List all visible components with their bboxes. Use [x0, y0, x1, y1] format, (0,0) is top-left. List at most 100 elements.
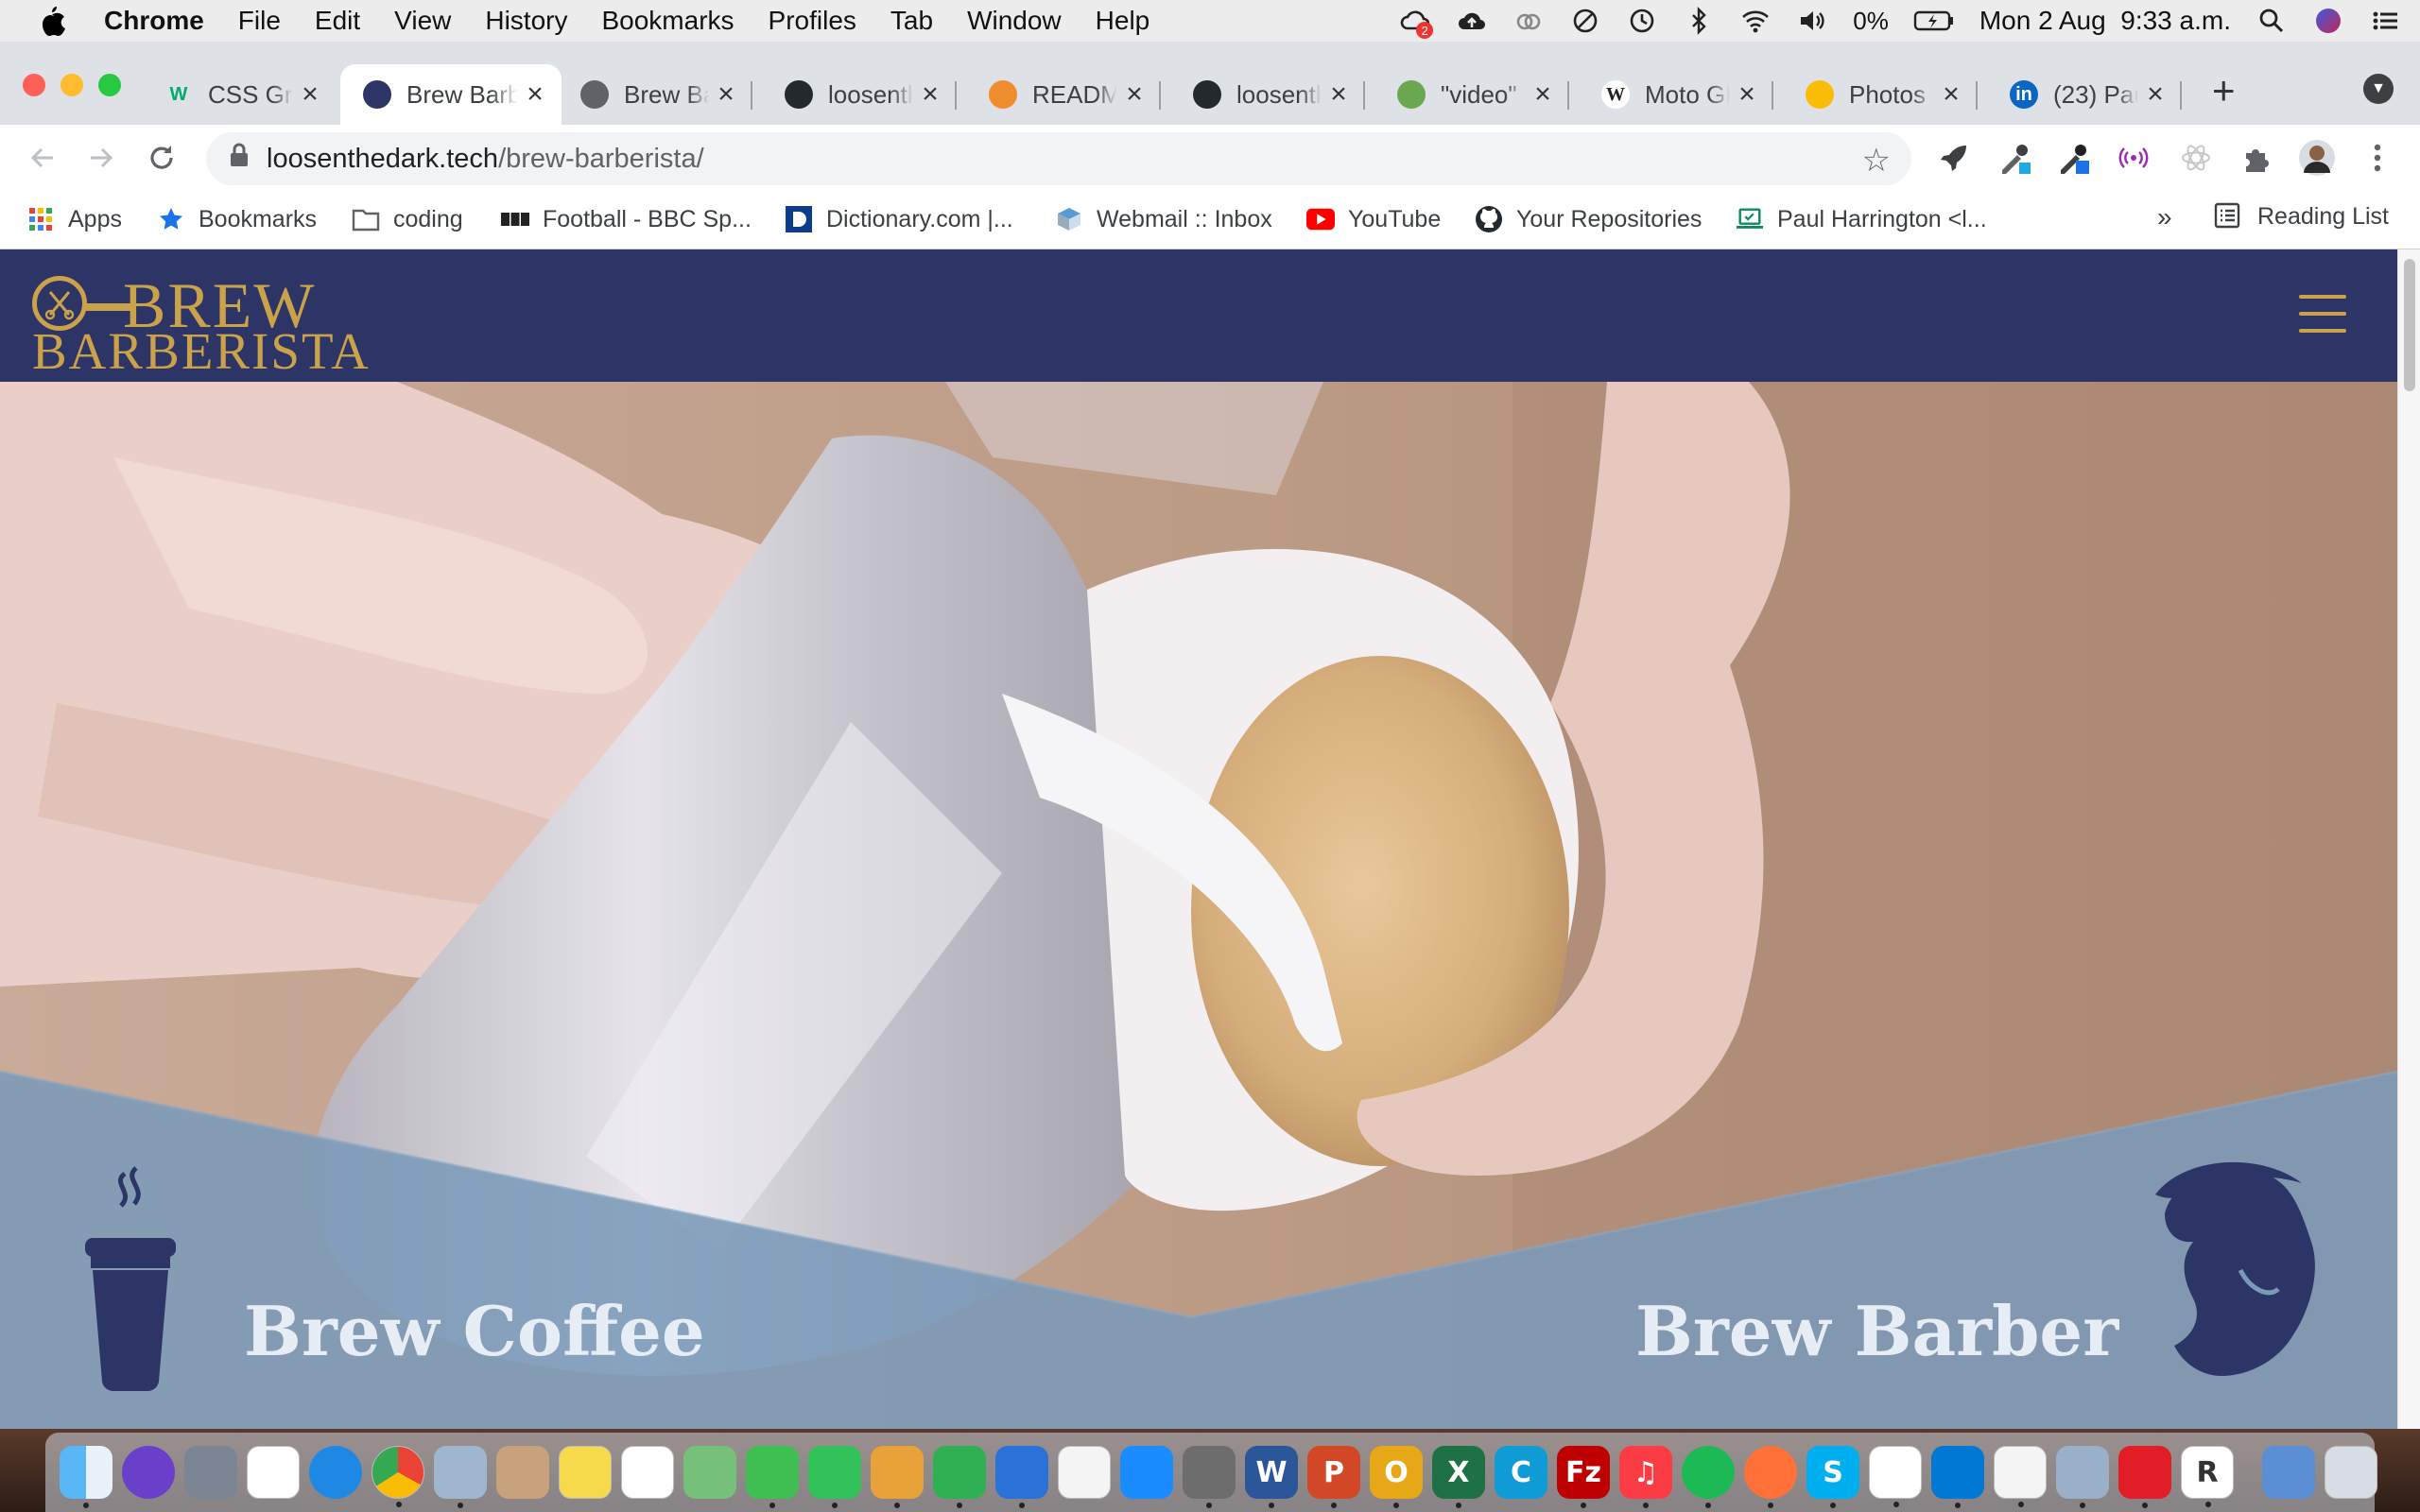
reading-list-button[interactable]: Reading List — [2214, 202, 2389, 231]
cloud-upload-icon[interactable] — [1456, 5, 1488, 37]
time-machine-icon[interactable] — [1626, 5, 1658, 37]
bookmark-item[interactable]: Football - BBC Sp... — [501, 202, 752, 236]
siri-icon[interactable] — [2312, 5, 2344, 37]
app-store-dock-icon[interactable] — [1120, 1446, 1173, 1499]
broadcast-extension-icon[interactable] — [2114, 138, 2153, 178]
bookmark-item[interactable]: Apps — [26, 202, 122, 236]
bookmark-item[interactable]: coding — [352, 202, 463, 236]
extensions-puzzle-icon[interactable] — [2237, 138, 2276, 178]
browser-tab[interactable]: Photos × — [1783, 64, 1978, 125]
slack-dock-icon[interactable] — [1869, 1446, 1922, 1507]
browser-tab[interactable]: README× — [966, 64, 1161, 125]
menu-profiles[interactable]: Profiles — [752, 6, 873, 36]
close-tab-icon[interactable]: × — [1526, 78, 1560, 111]
creative-cloud-icon[interactable]: 2 — [1399, 5, 1434, 39]
bookmark-star-icon[interactable]: ☆ — [1862, 142, 1891, 180]
maps-dock-icon[interactable] — [683, 1446, 736, 1499]
reminders-dock-icon[interactable] — [621, 1446, 674, 1499]
notification-center-icon[interactable] — [2369, 5, 2401, 37]
word-dock-icon[interactable]: W — [1245, 1446, 1298, 1508]
address-bar[interactable]: loosenthedark.tech/brew-barberista/ ☆ — [206, 132, 1911, 185]
eyedropper-extension-icon[interactable] — [1995, 138, 2034, 178]
safari-dock-icon[interactable] — [309, 1446, 362, 1499]
keynote-dock-icon[interactable] — [995, 1446, 1048, 1508]
volume-icon[interactable] — [1796, 5, 1828, 37]
browser-tab[interactable]: W Moto GP× — [1579, 64, 1773, 125]
trash-dock-icon[interactable] — [2325, 1446, 2377, 1499]
scrollbar-thumb[interactable] — [2404, 259, 2415, 391]
music-dock-icon[interactable]: ♫ — [1619, 1446, 1672, 1508]
bookmark-item[interactable]: Your Repositories — [1475, 202, 1702, 236]
menu-file[interactable]: File — [221, 6, 298, 36]
close-tab-icon[interactable]: × — [293, 78, 327, 111]
acrobat-dock-icon[interactable] — [2118, 1446, 2171, 1508]
menu-tab[interactable]: Tab — [873, 6, 950, 36]
reload-button[interactable] — [140, 136, 183, 180]
apple-menu-icon[interactable] — [0, 5, 104, 37]
photos-dock-icon[interactable] — [1058, 1446, 1111, 1499]
bearded-man-icon[interactable] — [2127, 1157, 2325, 1388]
bookmark-item[interactable]: Dictionary.com |... — [785, 202, 1013, 236]
bookmark-item[interactable]: Bookmarks — [157, 202, 317, 236]
close-tab-icon[interactable]: × — [1934, 78, 1968, 111]
browser-tab[interactable]: "video" × — [1374, 64, 1569, 125]
bookmark-item[interactable]: YouTube — [1306, 202, 1441, 236]
downloads-dock-icon[interactable] — [2262, 1446, 2315, 1499]
menu-help[interactable]: Help — [1079, 6, 1167, 36]
zoom-window-button[interactable] — [98, 74, 121, 96]
facetime-dock-icon[interactable] — [808, 1446, 861, 1508]
browser-tab[interactable]: loosenthedark× — [762, 64, 957, 125]
textedit-dock-icon[interactable] — [1994, 1446, 2047, 1507]
system-preferences-dock-icon[interactable] — [1183, 1446, 1236, 1508]
vscode-dock-icon[interactable] — [1931, 1446, 1984, 1508]
preview-2-dock-icon[interactable] — [2056, 1446, 2109, 1508]
do-not-disturb-icon[interactable] — [1569, 5, 1601, 37]
forward-button[interactable] — [79, 136, 123, 180]
filezilla-dock-icon[interactable]: Fz — [1557, 1446, 1610, 1508]
skype-dock-icon[interactable]: S — [1806, 1446, 1859, 1508]
powerpoint-dock-icon[interactable]: P — [1307, 1446, 1360, 1508]
finder-dock-icon[interactable] — [60, 1446, 112, 1508]
launchpad-dock-icon[interactable] — [184, 1446, 237, 1499]
c-app-dock-icon[interactable]: C — [1495, 1446, 1547, 1499]
launchpad-grid-dock-icon[interactable] — [247, 1446, 300, 1499]
menu-view[interactable]: View — [377, 6, 468, 36]
brew-barberista-logo[interactable]: BREW BARBERISTA — [28, 268, 369, 380]
chrome-dock-icon[interactable] — [372, 1446, 424, 1507]
browser-tab[interactable]: Brew Barberista× — [340, 64, 562, 125]
page-scrollbar[interactable] — [2397, 249, 2420, 1429]
menu-app-name[interactable]: Chrome — [104, 6, 221, 36]
lock-icon[interactable] — [229, 142, 250, 176]
menu-window[interactable]: Window — [950, 6, 1079, 36]
bookmark-item[interactable]: Webmail :: Inbox — [1055, 202, 1272, 236]
back-button[interactable] — [21, 136, 64, 180]
close-window-button[interactable] — [23, 74, 45, 96]
bookmarks-overflow-button[interactable]: » — [2157, 202, 2172, 232]
menu-history[interactable]: History — [468, 6, 584, 36]
close-tab-icon[interactable]: × — [709, 78, 743, 111]
profile-avatar[interactable] — [2297, 138, 2337, 178]
menu-edit[interactable]: Edit — [298, 6, 377, 36]
react-devtools-icon[interactable] — [2176, 138, 2216, 178]
brew-coffee-heading[interactable]: Brew Coffee — [244, 1291, 705, 1371]
browser-tab[interactable]: W CSS Grid× — [142, 64, 337, 125]
close-tab-icon[interactable]: × — [913, 78, 947, 111]
outlook-dock-icon[interactable]: O — [1370, 1446, 1423, 1508]
numbers-dock-icon[interactable] — [933, 1446, 986, 1508]
browser-tab[interactable]: Brew Barberista× — [558, 64, 752, 125]
contacts-dock-icon[interactable] — [496, 1446, 549, 1499]
menu-clock[interactable]: Mon 2 Aug 9:33 a.m. — [1979, 6, 2231, 36]
bookmark-item[interactable]: Paul Harrington <l... — [1736, 202, 1987, 236]
wifi-icon[interactable] — [1739, 5, 1772, 37]
firefox-dock-icon[interactable] — [1744, 1446, 1797, 1508]
excel-dock-icon[interactable]: X — [1432, 1446, 1485, 1508]
close-tab-icon[interactable]: × — [2138, 78, 2172, 111]
hamburger-menu-icon[interactable] — [2299, 295, 2346, 333]
browser-tab[interactable]: in (23) Paul× — [1987, 64, 2182, 125]
minimize-window-button[interactable] — [60, 74, 83, 96]
brew-barber-heading[interactable]: Brew Barber — [1635, 1291, 2118, 1371]
close-tab-icon[interactable]: × — [1322, 78, 1356, 111]
battery-icon[interactable] — [1913, 5, 1955, 37]
creative-cloud-gray-icon[interactable] — [1512, 5, 1545, 37]
spotify-dock-icon[interactable] — [1682, 1446, 1735, 1508]
